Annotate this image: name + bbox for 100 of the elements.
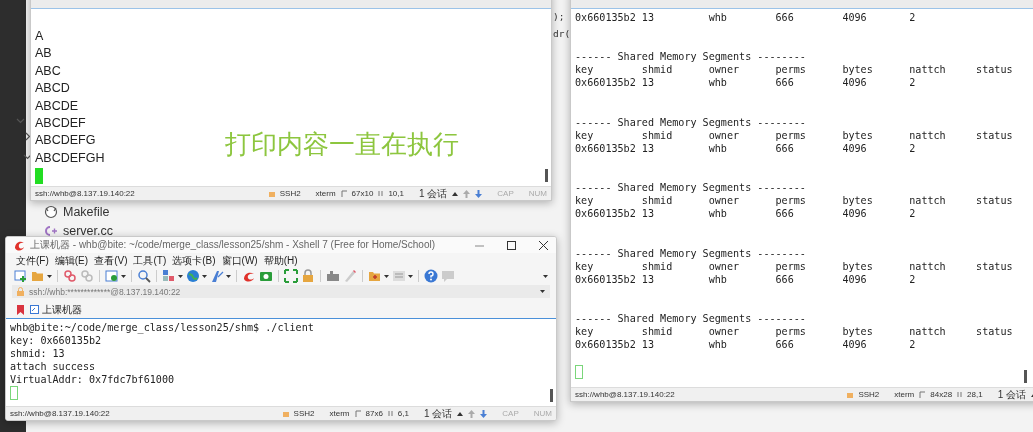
cursor-position-icon — [957, 391, 963, 398]
caret-down-icon[interactable] — [47, 274, 52, 278]
cursor-position: 28,1 — [967, 390, 983, 399]
lock-icon — [282, 410, 289, 417]
chevron-icon[interactable] — [23, 132, 32, 141]
terminal-line: key shmid owner perms bytes nattch status — [575, 63, 1013, 77]
terminal-line: ------ Shared Memory Segments -------- — [575, 246, 806, 260]
scrollbar-thumb[interactable] — [545, 169, 548, 182]
window-title: 上课机器 - whb@bite: ~/code/merge_class/lesson25/shm - Xshell 7 (Free for Home/School) — [30, 238, 437, 252]
layout-icon[interactable] — [162, 269, 176, 283]
file-name[interactable]: Makefile — [63, 205, 110, 219]
caret-down-icon[interactable] — [121, 274, 126, 278]
caret-up-icon[interactable] — [452, 191, 459, 196]
terminal-line: whb@bite:~/code/merge_class/lesson25/shm$ ./client — [10, 321, 314, 335]
terminal-line: ABCDE — [35, 97, 79, 115]
terminal-icon — [30, 305, 39, 314]
menu-item[interactable]: 查看(V) — [94, 253, 128, 268]
cursor-position-icon — [387, 410, 393, 417]
connection-address: ssh://whb@8.137.19.140:22 — [575, 390, 676, 399]
caret-down-icon[interactable] — [543, 274, 548, 278]
record-icon[interactable] — [259, 269, 273, 283]
code-text: dr( — [553, 28, 571, 39]
terminal-size: 67x10 — [351, 189, 374, 198]
size-icon — [919, 391, 926, 398]
caret-down-icon[interactable] — [226, 274, 231, 278]
up-arrow-icon[interactable] — [463, 189, 471, 198]
pen-icon[interactable] — [210, 269, 224, 283]
caret-down-icon[interactable] — [384, 274, 389, 278]
terminal-line: 0x660135b2 13 whb 666 4096 2 — [575, 272, 916, 286]
terminal-line: ------ Shared Memory Segments -------- — [575, 115, 806, 129]
add-folder-icon[interactable] — [368, 269, 382, 283]
scrollbar-thumb[interactable] — [550, 389, 553, 402]
terminal-line: ------ Shared Memory Segments -------- — [575, 181, 806, 195]
lock-icon[interactable] — [301, 269, 315, 283]
terminal-line: ABCDEFG — [35, 132, 96, 150]
protocol-label: SSH2 — [279, 189, 301, 198]
code-text: ); — [553, 11, 565, 22]
lock-icon — [847, 391, 854, 398]
scrollbar-thumb[interactable] — [1024, 370, 1027, 383]
session-count: 1 会话 — [424, 407, 453, 420]
terminal-line: shmid: 13 — [10, 347, 65, 361]
menu-item[interactable]: 窗口(W) — [221, 253, 258, 268]
status-label: NUM — [528, 189, 547, 198]
connection-address: ssh://whb@8.137.19.140:22 — [10, 409, 111, 418]
down-arrow-icon[interactable] — [475, 189, 483, 198]
status-label: NUM — [533, 409, 552, 418]
help-icon[interactable] — [424, 269, 438, 283]
up-arrow-icon[interactable] — [468, 409, 476, 418]
close-icon[interactable] — [539, 240, 548, 250]
menu-item[interactable]: 工具(T) — [133, 253, 167, 268]
caret-up-icon[interactable] — [457, 411, 464, 416]
terminal-size: 84x28 — [930, 390, 953, 399]
terminal-line: ABCDEF — [35, 114, 86, 132]
terminal-line: key shmid owner perms bytes nattch status — [575, 325, 1013, 339]
status-label: CAP — [502, 409, 519, 418]
app-logo-icon — [14, 239, 25, 251]
menu-item[interactable]: 文件(F) — [16, 253, 49, 268]
menu-item[interactable]: 帮助(H) — [263, 253, 298, 268]
terminal-line: ABCDEFGH — [35, 149, 105, 167]
keyboard-icon[interactable] — [326, 269, 340, 283]
caret-down-icon[interactable] — [540, 290, 545, 293]
cpp-file-icon — [44, 225, 58, 237]
session-count: 1 会话 — [997, 388, 1026, 401]
terminal-line: 0x660135b2 13 whb 666 4096 2 — [575, 11, 916, 25]
menu-item[interactable]: 编辑(E) — [54, 253, 89, 268]
terminal-line: AB — [35, 45, 52, 63]
status-label: xterm — [329, 409, 350, 418]
terminal-line: A — [35, 28, 44, 45]
status-label: xterm — [315, 189, 336, 198]
bookmark-icon[interactable] — [16, 304, 25, 315]
disconnect-icon[interactable] — [63, 269, 77, 283]
terminal-line: VirtualAddr: 0x7fdc7bf61000 — [10, 373, 175, 387]
terminal-line: 0x660135b2 13 whb 666 4096 2 — [575, 76, 916, 90]
connection-address: ssh://whb@8.137.19.140:22 — [35, 189, 136, 198]
session-tab[interactable]: 上课机器 — [30, 302, 82, 317]
terminal-line: 0x660135b2 13 whb 666 4096 2 — [575, 141, 916, 156]
globe-icon[interactable] — [186, 269, 200, 283]
fullscreen-icon[interactable] — [284, 269, 298, 283]
terminal-line: attach success — [10, 360, 96, 374]
new-session-icon[interactable] — [14, 269, 28, 283]
terminal-line: ABCD — [35, 80, 70, 98]
caret-down-icon[interactable] — [178, 274, 183, 278]
cursor-position: 10,1 — [388, 189, 404, 198]
terminal-line: 0x660135b2 13 whb 666 4096 2 — [575, 338, 916, 352]
terminal-line: ------ Shared Memory Segments -------- — [575, 312, 806, 326]
terminal-line: ------ Shared Memory Segments -------- — [575, 50, 806, 64]
caret-down-icon[interactable] — [202, 274, 207, 278]
terminal-line: key shmid owner perms bytes nattch status — [575, 259, 1013, 273]
down-arrow-icon[interactable] — [480, 409, 488, 418]
address-field[interactable]: ssh://whb:*************@8.137.19.140:22 — [12, 285, 550, 298]
protocol-label: SSH2 — [858, 390, 880, 399]
maximize-icon[interactable] — [507, 240, 516, 250]
search-icon[interactable] — [137, 269, 151, 283]
address-text: ssh://whb:*************@8.137.19.140:22 — [29, 286, 182, 297]
menu-item[interactable]: 选项卡(B) — [172, 253, 216, 268]
caret-down-icon[interactable] — [408, 274, 413, 278]
file-name[interactable]: server.cc — [63, 224, 113, 238]
terminal-line: key shmid owner perms bytes nattch status — [575, 128, 1013, 142]
lock-icon — [268, 190, 275, 197]
terminal-line: 0x660135b2 13 whb 666 4096 2 — [575, 207, 916, 221]
